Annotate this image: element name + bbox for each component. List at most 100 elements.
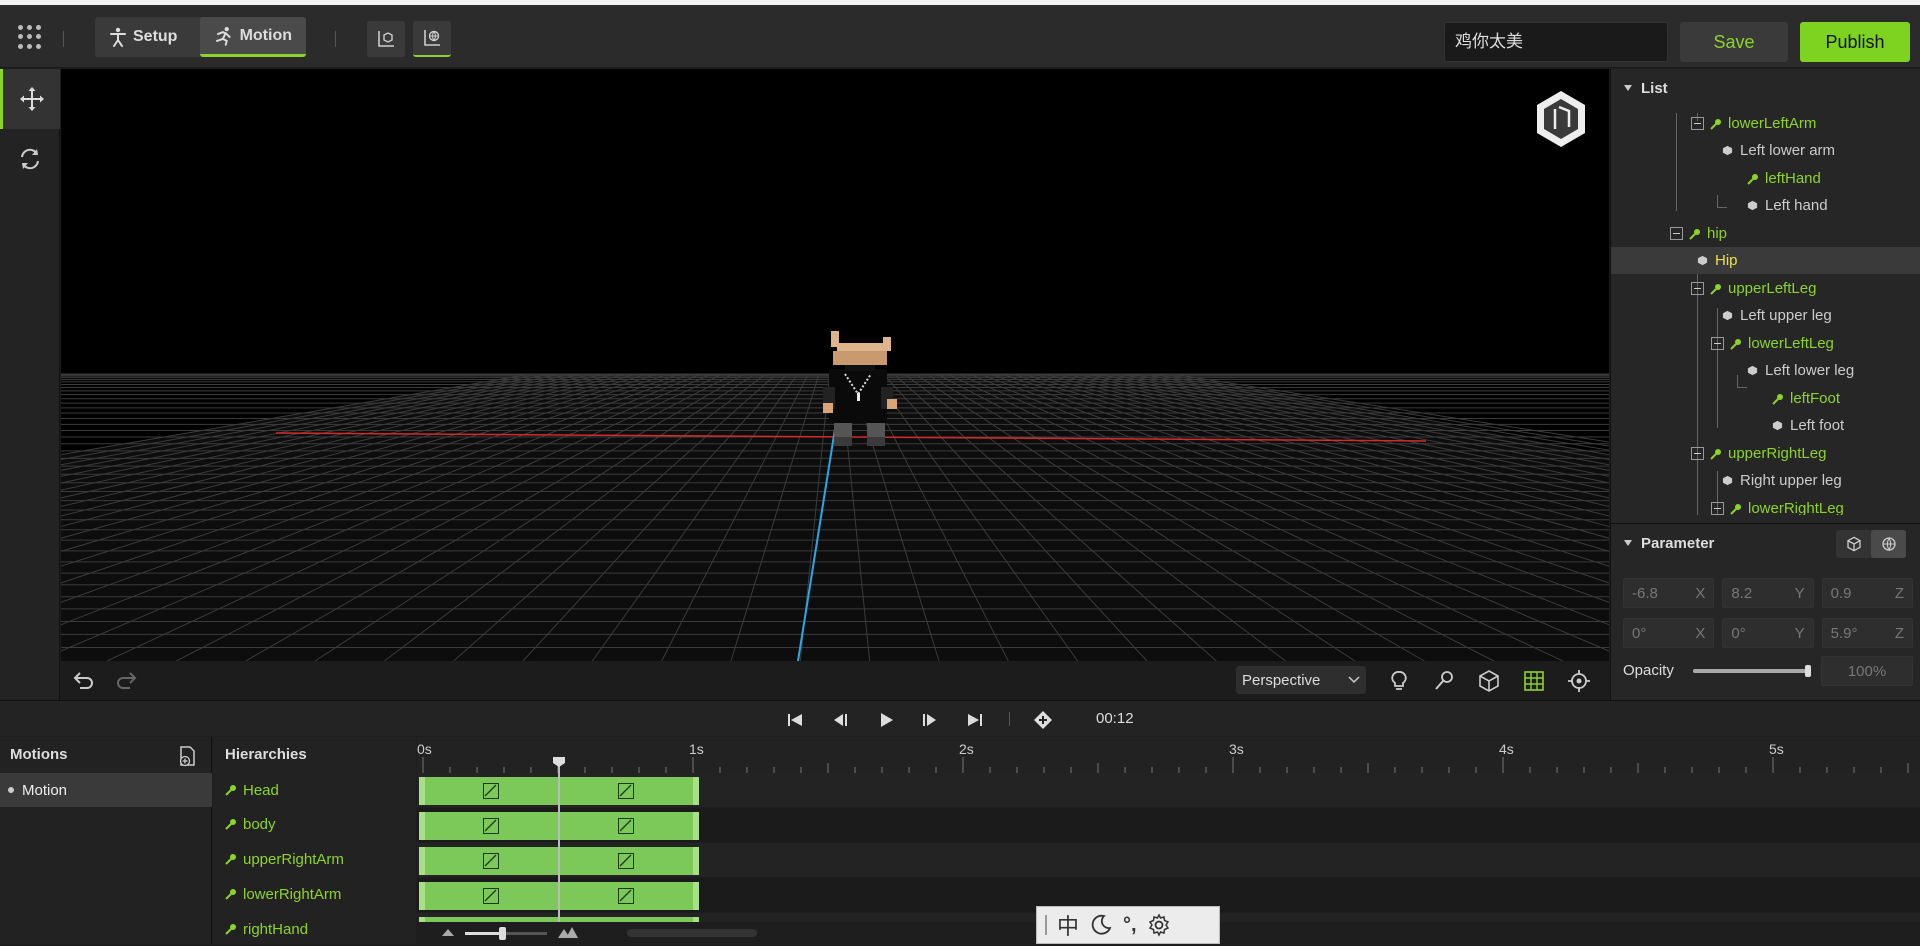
tree-item-object[interactable]: Left lower arm	[1611, 137, 1920, 164]
camera-mode-select[interactable]: Perspective	[1236, 666, 1366, 694]
hierarchy-row[interactable]: upperRightArm	[213, 842, 416, 876]
position-y-field[interactable]: 8.2 Y	[1722, 578, 1814, 608]
move-tool-button[interactable]	[0, 69, 60, 129]
publish-button[interactable]: Publish	[1800, 22, 1910, 62]
ruler-label: 3s	[1229, 741, 1244, 757]
rotation-z-field[interactable]: 5.9° Z	[1821, 618, 1913, 648]
save-button[interactable]: Save	[1680, 22, 1788, 62]
setup-mode-button[interactable]: Setup	[95, 17, 199, 57]
timeline-track[interactable]	[417, 808, 1920, 842]
globe-icon	[1881, 537, 1896, 552]
add-motion-icon[interactable]	[178, 745, 198, 767]
ime-language-toggle[interactable]: 中	[1057, 909, 1079, 941]
keyframe-icon[interactable]	[482, 888, 499, 904]
bone-icon	[225, 889, 236, 900]
tree-item-object[interactable]: Left hand	[1611, 192, 1920, 219]
motion-list-item[interactable]: Motion	[0, 773, 212, 807]
motions-title: Motions	[10, 746, 68, 763]
skip-to-end-button[interactable]	[965, 710, 985, 730]
view-cube-icon[interactable]	[1531, 89, 1591, 149]
opacity-slider-handle[interactable]	[1805, 665, 1811, 677]
gear-icon[interactable]	[1147, 913, 1171, 937]
timeline-track[interactable]	[417, 773, 1920, 807]
opacity-slider[interactable]	[1693, 665, 1811, 677]
step-back-button[interactable]	[830, 710, 850, 730]
rotate-tool-button[interactable]	[0, 129, 60, 189]
setup-mode-label: Setup	[133, 28, 178, 45]
keyframe-icon[interactable]	[617, 783, 634, 799]
zoom-out-icon[interactable]	[441, 927, 455, 937]
tree-item-bone[interactable]: upperRightLeg	[1611, 440, 1920, 467]
play-button[interactable]	[876, 710, 896, 730]
tree-item-bone[interactable]: lowerRightLeg	[1611, 495, 1920, 515]
light-bulb-icon[interactable]	[1387, 669, 1411, 693]
hierarchy-row[interactable]: body	[213, 807, 416, 841]
redo-icon[interactable]	[116, 670, 138, 690]
bone-icon	[225, 854, 236, 865]
tree-item-bone[interactable]: leftHand	[1611, 165, 1920, 192]
motion-name-input[interactable]: 鸡你太美	[1444, 22, 1668, 62]
motion-mode-button[interactable]: Motion	[200, 17, 306, 57]
skip-to-start-button[interactable]	[785, 710, 805, 730]
undo-icon[interactable]	[72, 670, 94, 690]
cube-icon[interactable]	[1477, 669, 1501, 693]
keyframe-icon[interactable]	[482, 853, 499, 869]
timeline-area: Motions Motion Hierarchies Head body upp…	[0, 737, 1920, 944]
moon-icon[interactable]	[1089, 913, 1113, 937]
zoom-in-icon[interactable]	[557, 925, 579, 939]
position-x-field[interactable]: -6.8 X	[1623, 578, 1715, 608]
skip-end-icon	[968, 714, 982, 726]
keyframe-icon[interactable]	[617, 853, 634, 869]
keyframe-icon[interactable]	[482, 818, 499, 834]
tree-item-object[interactable]: Left upper leg	[1611, 302, 1920, 329]
time-ruler[interactable]: 0s 1s 2s 3s 4s 5s	[417, 737, 1920, 773]
left-toolbar	[0, 69, 60, 700]
tree-item-object[interactable]: Left lower leg	[1611, 357, 1920, 384]
axis-cube-icon	[378, 31, 394, 47]
hierarchy-row[interactable]: Head	[213, 773, 416, 807]
rotation-y-field[interactable]: 0° Y	[1722, 618, 1814, 648]
step-forward-button[interactable]	[920, 710, 940, 730]
playhead[interactable]	[553, 757, 565, 944]
keyframe-icon[interactable]	[617, 818, 634, 834]
tree-item-object[interactable]: Right upper leg	[1611, 467, 1920, 494]
world-space-button[interactable]	[1871, 530, 1906, 558]
transport-bar: 00:12	[0, 700, 1920, 736]
ime-punctuation-toggle[interactable]: °,	[1123, 914, 1137, 937]
bone-icon	[1689, 228, 1700, 240]
tree-item-bone[interactable]: hip	[1611, 220, 1920, 247]
step-back-icon	[834, 714, 847, 726]
bone-tool-icon[interactable]	[1432, 669, 1456, 693]
world-view-button[interactable]	[413, 21, 451, 57]
viewport-bottom-bar	[61, 661, 1609, 700]
grid-toggle-icon[interactable]	[1522, 669, 1546, 693]
zoom-slider[interactable]	[465, 927, 547, 940]
rotation-row: 0° X 0° Y 5.9° Z	[1623, 618, 1913, 648]
tree-item-bone[interactable]: lowerLeftArm	[1611, 113, 1920, 137]
local-view-button[interactable]	[367, 21, 405, 57]
rotation-x-field[interactable]: 0° X	[1623, 618, 1715, 648]
object-cube-icon	[1722, 145, 1733, 156]
position-z-field[interactable]: 0.9 Z	[1821, 578, 1913, 608]
keyframe-icon[interactable]	[482, 783, 499, 799]
tree-item-bone[interactable]: upperLeftLeg	[1611, 275, 1920, 302]
add-keyframe-button[interactable]	[1033, 710, 1053, 730]
opacity-value-field[interactable]: 100%	[1821, 656, 1913, 686]
tree-item-object-selected[interactable]: Hip	[1611, 247, 1920, 274]
3d-viewport[interactable]	[61, 69, 1609, 661]
tree-item-bone[interactable]: leftFoot	[1611, 385, 1920, 412]
tree-item-bone[interactable]: lowerLeftLeg	[1611, 330, 1920, 357]
apps-grid-icon[interactable]	[18, 25, 42, 49]
focus-target-icon[interactable]	[1567, 669, 1591, 693]
timeline-scrollbar[interactable]	[627, 929, 757, 937]
drag-handle-icon[interactable]	[1045, 915, 1047, 935]
hierarchies-title: Hierarchies	[225, 746, 307, 763]
hierarchy-row[interactable]: lowerRightArm	[213, 877, 416, 911]
timeline-track[interactable]	[417, 843, 1920, 877]
zoom-slider-handle[interactable]	[499, 927, 506, 940]
tree-item-object[interactable]: Left foot	[1611, 412, 1920, 439]
hierarchy-row[interactable]: rightHand	[213, 912, 416, 946]
keyframe-icon[interactable]	[617, 888, 634, 904]
local-space-button[interactable]	[1836, 530, 1871, 558]
list-section-header[interactable]: List	[1611, 69, 1920, 107]
